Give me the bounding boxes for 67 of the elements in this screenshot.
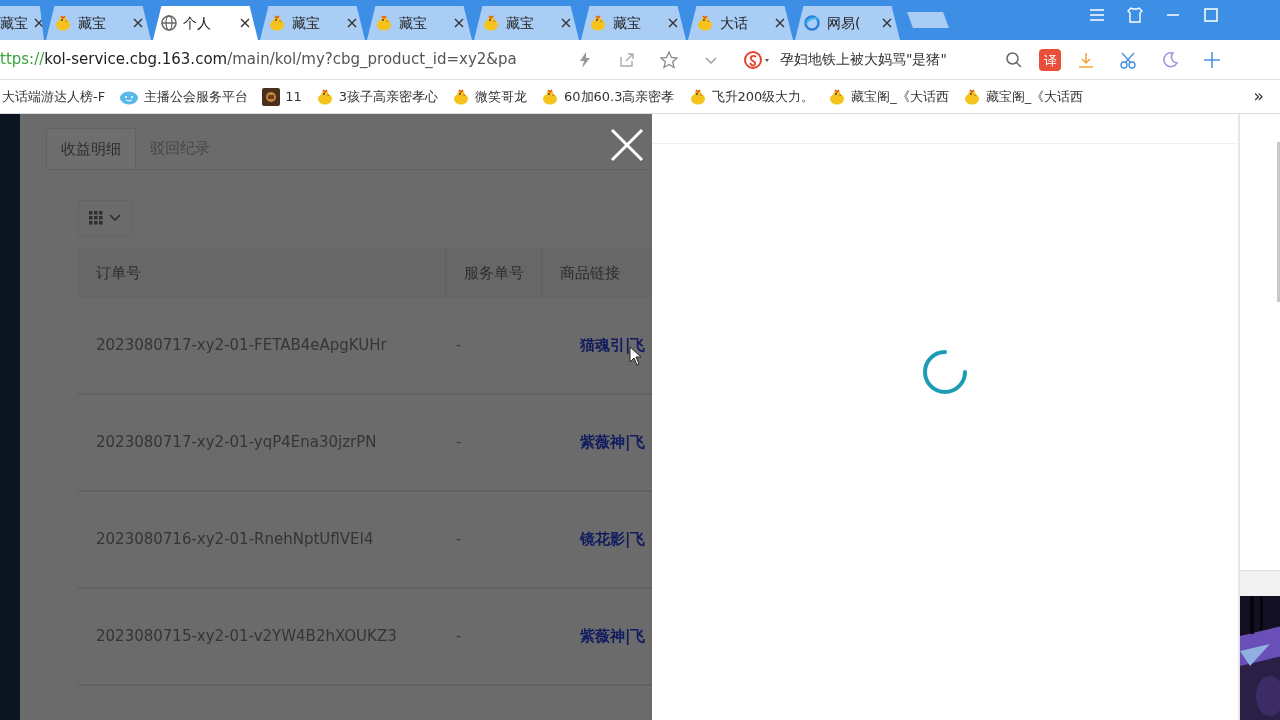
browser-tab[interactable]: 藏宝 <box>0 6 44 40</box>
close-icon[interactable] <box>882 18 892 28</box>
browser-tab[interactable]: 藏宝 <box>260 6 365 40</box>
service-number: - <box>455 529 463 551</box>
close-icon[interactable] <box>668 18 678 28</box>
new-tab-button[interactable] <box>907 12 949 28</box>
scissors-icon[interactable] <box>1119 50 1137 69</box>
column-header: 服务单号 <box>446 248 542 298</box>
grid-icon <box>89 211 103 225</box>
plus-icon[interactable] <box>1203 50 1221 69</box>
service-number: - <box>455 626 463 648</box>
browser-tab[interactable]: 个人 <box>153 6 258 40</box>
close-icon[interactable] <box>240 18 250 28</box>
search-icon[interactable] <box>1005 50 1023 69</box>
search-engine-icon[interactable] <box>744 50 772 69</box>
close-icon[interactable] <box>775 18 785 28</box>
caret-icon <box>109 214 121 222</box>
close-icon[interactable] <box>561 18 571 28</box>
service-number: - <box>455 335 463 357</box>
menu-icon[interactable] <box>1088 6 1106 24</box>
chick-icon <box>315 88 334 105</box>
bookmark-link[interactable]: 60加60.3高亲密孝 <box>541 86 675 107</box>
download-icon[interactable] <box>1077 50 1095 69</box>
chick-icon <box>54 15 72 31</box>
bookmark-link[interactable]: 主播公会服务平台 <box>119 86 249 107</box>
browser-tab[interactable]: 网易( <box>795 6 900 40</box>
search-field[interactable]: 孕妇地铁上被大妈骂"是猪" <box>780 49 1005 70</box>
more-bookmarks-button[interactable]: » <box>1253 83 1264 110</box>
shirt-icon[interactable] <box>1126 6 1144 24</box>
bookmark-link[interactable]: 藏宝阁_《大话西 <box>962 86 1084 107</box>
chick-icon <box>828 88 847 105</box>
column-header: 订单号 <box>78 248 446 298</box>
globe-icon <box>803 15 821 31</box>
browser-tab[interactable]: 藏宝 <box>367 6 472 40</box>
chick-icon <box>541 88 559 105</box>
translate-button[interactable]: 译 <box>1039 48 1061 71</box>
service-number: - <box>455 432 463 454</box>
maximize-icon[interactable] <box>1202 6 1220 24</box>
chick-icon <box>962 88 981 105</box>
star-icon[interactable] <box>660 50 678 69</box>
chick-icon <box>688 88 707 105</box>
address-field[interactable]: ttps://kol-service.cbg.163.com/main/kol/my?cbg_product_id=xy2&pa <box>0 48 560 71</box>
chick-icon <box>375 15 393 31</box>
chick-icon <box>589 15 607 31</box>
bookmark-link[interactable]: 3孩子高亲密孝心 <box>315 86 438 107</box>
globe-icon <box>161 15 177 31</box>
moon-icon[interactable] <box>1161 50 1179 69</box>
column-toggle-button[interactable] <box>78 200 132 236</box>
bookmark-link[interactable]: 11 <box>262 86 302 107</box>
browser-tab[interactable]: 大话 <box>688 6 793 40</box>
bookmark-link[interactable]: 微笑哥龙 <box>452 86 527 107</box>
bookmark-link[interactable]: 藏宝阁_《大话西 <box>828 86 949 107</box>
close-icon[interactable] <box>347 18 357 28</box>
chick-icon <box>452 88 470 105</box>
browser-tab[interactable]: 藏宝 <box>474 6 579 40</box>
browser-tab[interactable]: 藏宝 <box>46 6 151 40</box>
bookmark-link[interactable]: 大话端游达人榜-F <box>2 86 106 107</box>
chick-icon <box>482 15 500 31</box>
close-icon[interactable] <box>34 18 44 28</box>
close-icon[interactable] <box>133 18 143 28</box>
close-icon[interactable] <box>454 18 464 28</box>
chick-icon <box>696 15 714 31</box>
share-icon[interactable] <box>618 50 636 69</box>
game-icon <box>262 87 281 106</box>
bookmark-link[interactable]: 飞升200级大力。 <box>688 86 815 107</box>
browser-tab[interactable]: 藏宝 <box>581 6 686 40</box>
chick-icon <box>268 15 286 31</box>
